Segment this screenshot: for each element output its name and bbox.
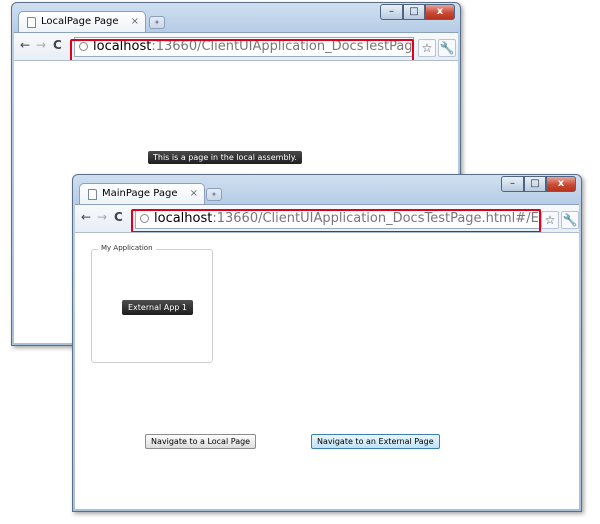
navigate-external-button[interactable]: Navigate to an External Page [311,434,440,449]
forward-arrow-icon[interactable]: → [36,38,46,52]
minimize-button[interactable]: – [380,4,403,20]
page-icon [27,17,36,28]
tab-title: LocalPage Page [41,16,119,27]
back-arrow-icon[interactable]: ← [81,210,91,224]
browser-toolbar: ← → C localhost:13660/ClientUIApplicatio… [75,204,579,233]
tab-mainpage[interactable]: MainPage Page × [79,183,205,204]
url-path: :13660/ClientUIApplication_DocsTestPage.… [212,211,541,226]
tab-localpage[interactable]: LocalPage Page × [18,11,146,32]
page-icon [88,189,97,200]
globe-icon [79,42,88,51]
forward-arrow-icon[interactable]: → [97,210,107,224]
wrench-icon[interactable]: 🔧 [438,39,456,57]
page-content: My Application External App 1 Navigate t… [75,232,579,509]
bookmark-star-icon[interactable]: ☆ [418,39,436,57]
address-bar[interactable]: localhost:13660/ClientUIApplication_Docs… [74,37,414,57]
reload-icon[interactable]: C [114,210,123,224]
browser-window-main: MainPage Page × ✦ – □ x ← → C localhost:… [72,174,582,512]
new-tab-button[interactable]: ✦ [149,16,165,29]
minimize-button[interactable]: – [501,176,524,192]
tab-close-icon[interactable]: × [190,184,198,204]
url-path: :13660/ClientUIApplication_DocsTestPage.… [151,39,413,54]
url-host: localhost [93,39,152,54]
close-window-button[interactable]: x [546,176,576,192]
browser-toolbar: ← → C localhost:13660/ClientUIApplicatio… [14,32,458,61]
reload-icon[interactable]: C [53,38,62,52]
maximize-button[interactable]: □ [403,4,425,20]
tab-close-icon[interactable]: × [131,12,139,32]
tab-title: MainPage Page [102,188,178,199]
bookmark-star-icon[interactable]: ☆ [541,211,559,229]
maximize-button[interactable]: □ [524,176,546,192]
external-app-button[interactable]: External App 1 [122,300,193,315]
back-arrow-icon[interactable]: ← [20,38,30,52]
close-window-button[interactable]: x [425,4,455,20]
navigate-local-button[interactable]: Navigate to a Local Page [145,434,257,449]
url-host: localhost [154,211,213,226]
new-tab-button[interactable]: ✦ [206,188,222,201]
local-page-banner: This is a page in the local assembly. [148,151,302,164]
address-bar[interactable]: localhost:13660/ClientUIApplication_Docs… [135,209,541,229]
wrench-icon[interactable]: 🔧 [561,211,579,229]
groupbox-title: My Application [98,244,156,252]
my-application-groupbox: My Application External App 1 [91,244,213,363]
globe-icon [140,214,149,223]
